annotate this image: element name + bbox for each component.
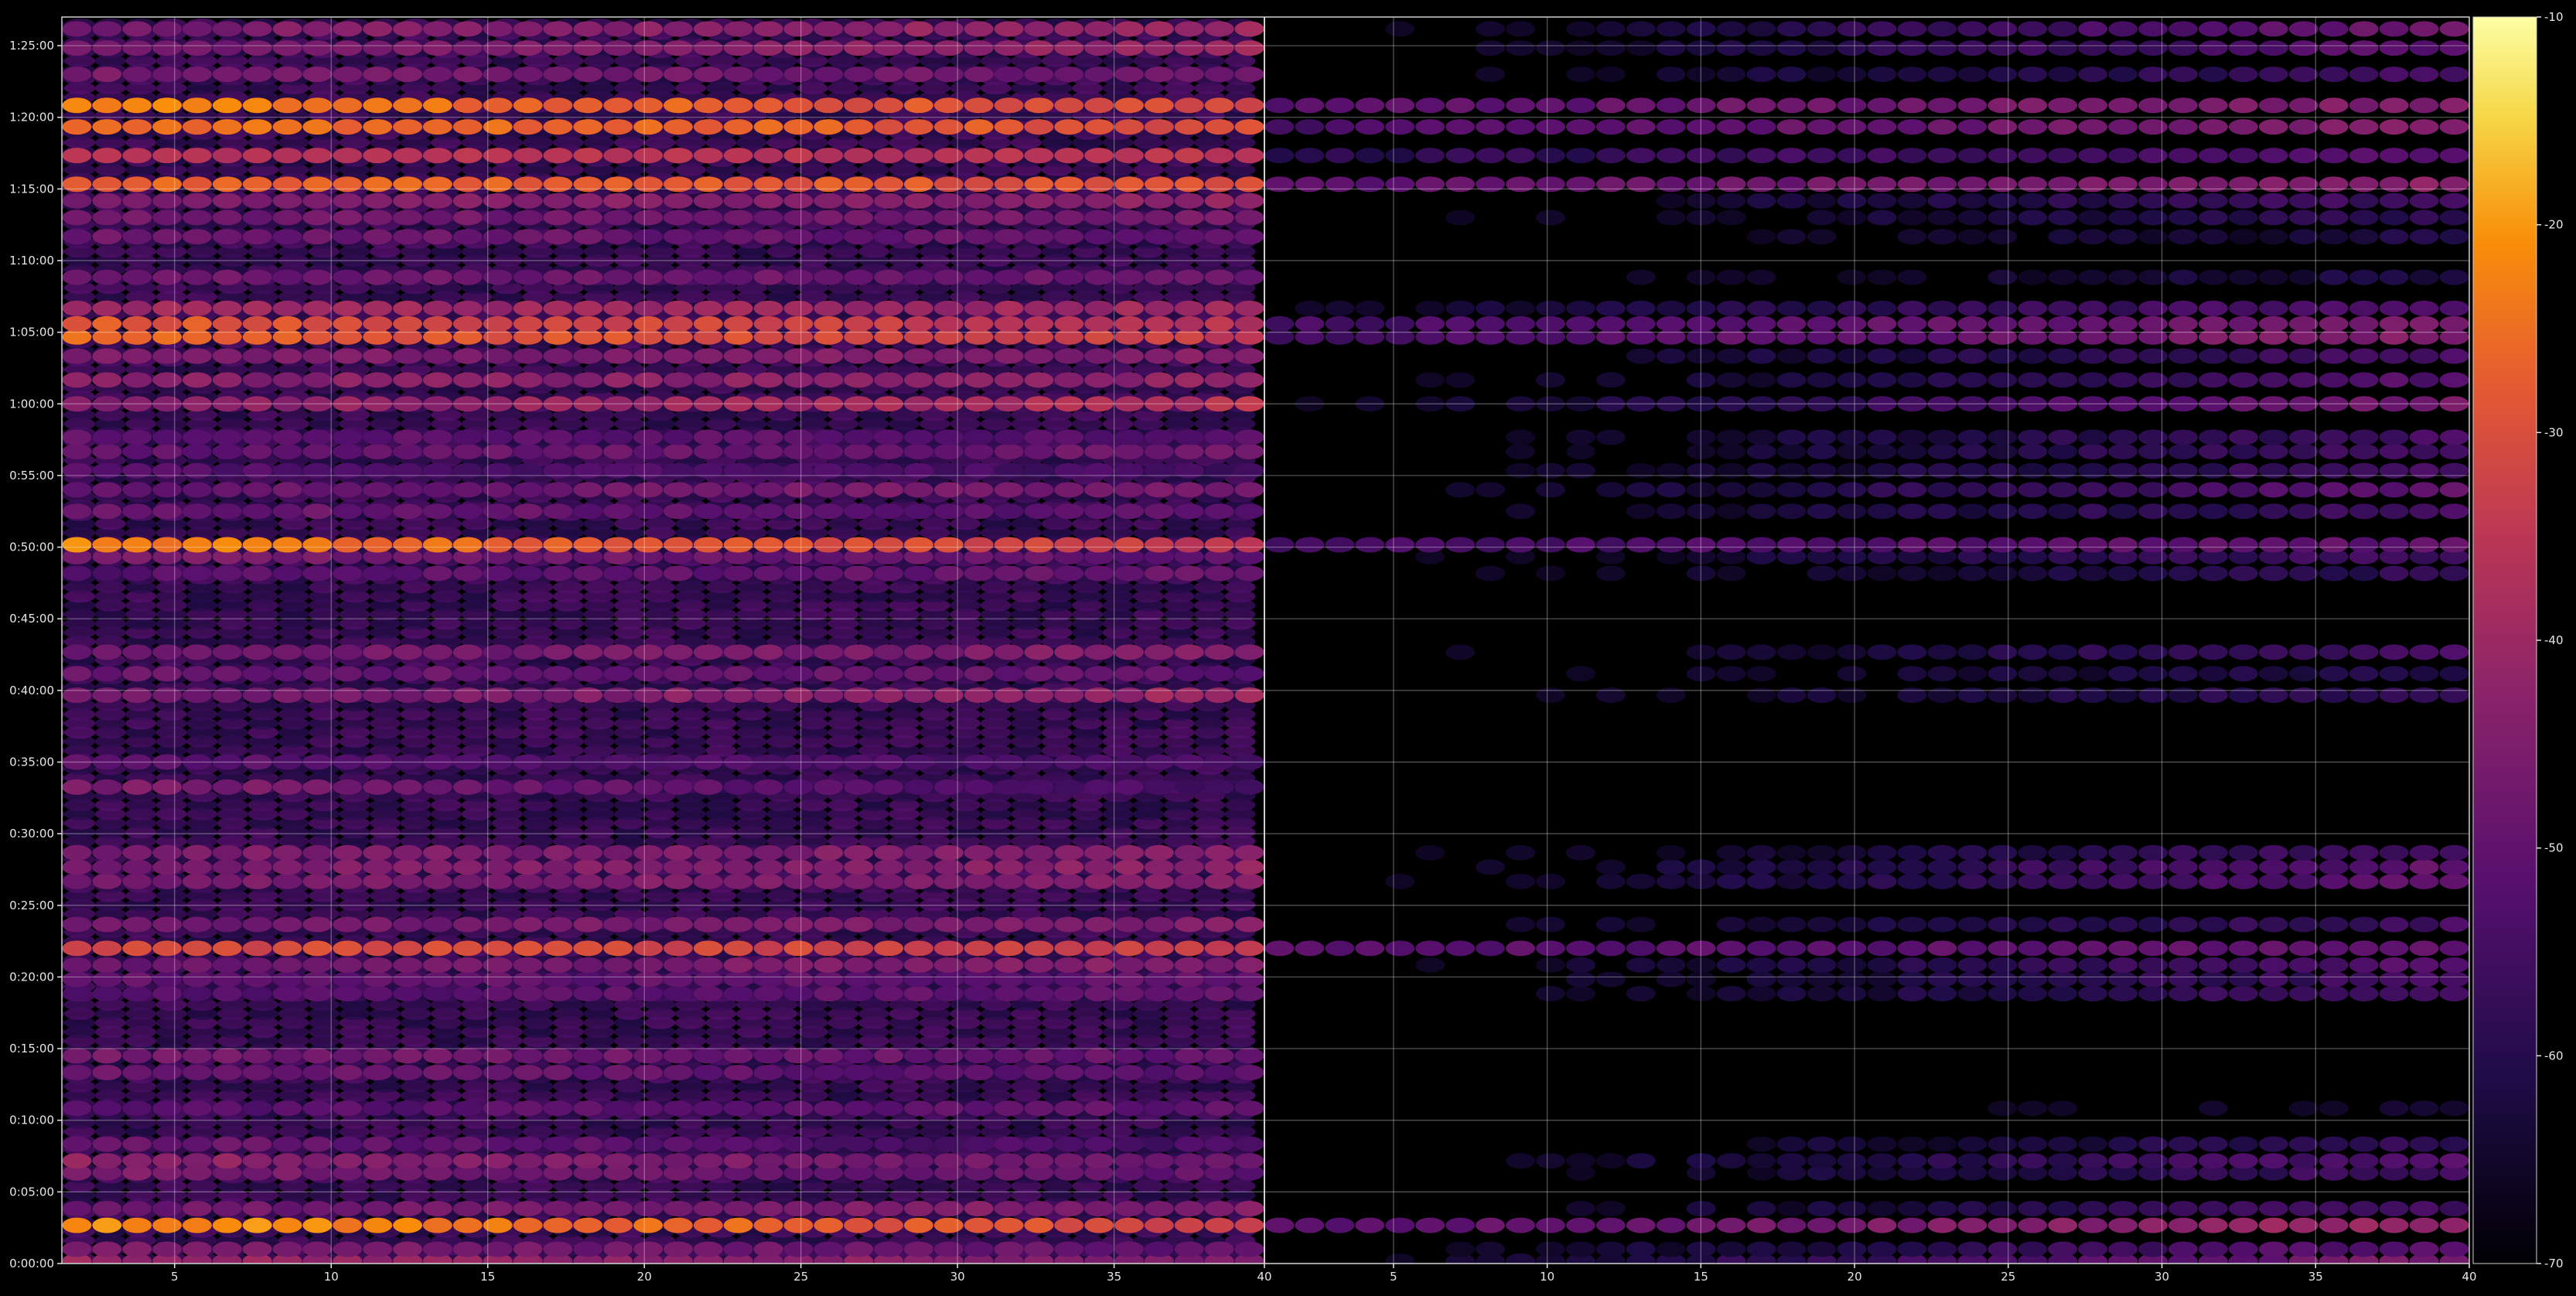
spectrogram-cell bbox=[62, 1200, 65, 1209]
spectrogram-cell bbox=[62, 874, 65, 882]
spectrogram-cell bbox=[62, 502, 65, 510]
spectrogram-cell bbox=[62, 629, 65, 636]
spectrogram-cell bbox=[62, 719, 65, 728]
spectrogram-cell bbox=[62, 438, 65, 446]
spectrogram-cell bbox=[62, 293, 65, 301]
spectrogram-cell bbox=[62, 1091, 65, 1100]
spectrogram-cell bbox=[62, 674, 65, 682]
spectrogram-cell bbox=[62, 937, 65, 945]
spectrogram-cell bbox=[62, 638, 65, 646]
spectrogram-cell bbox=[62, 991, 65, 1000]
spectrogram-cell bbox=[62, 1064, 65, 1073]
spectrogram-cell bbox=[62, 138, 65, 147]
spectrogram-cell bbox=[62, 592, 65, 600]
spectrogram-cell bbox=[62, 1246, 65, 1253]
spectrogram-cell bbox=[62, 1209, 65, 1217]
spectrogram-cell bbox=[62, 157, 65, 165]
spectrogram-cell bbox=[62, 220, 65, 228]
spectrogram-cell bbox=[62, 728, 65, 736]
spectrogram-cell bbox=[62, 575, 65, 582]
spectrogram-cell bbox=[62, 865, 65, 872]
spectrogram-cell bbox=[62, 602, 65, 609]
spectrogram-cell bbox=[62, 565, 65, 573]
spectrogram-cell bbox=[62, 1127, 65, 1136]
spectrogram-cell bbox=[62, 1010, 65, 1018]
spectrogram-cell bbox=[62, 656, 65, 663]
spectrogram-cell bbox=[62, 1236, 65, 1245]
spectrogram-cell bbox=[62, 493, 65, 500]
spectrogram-cell bbox=[62, 483, 65, 492]
spectrogram-cell bbox=[62, 284, 65, 292]
spectrogram-cell bbox=[62, 1137, 65, 1144]
spectrogram-cell bbox=[62, 556, 65, 564]
spectrogram-cell bbox=[62, 792, 65, 800]
spectrogram-cell bbox=[62, 919, 65, 927]
spectrogram-cell bbox=[62, 783, 65, 791]
spectrogram-cell bbox=[62, 420, 65, 428]
spectrogram-cell bbox=[62, 456, 65, 464]
spectrogram-cell bbox=[62, 165, 65, 174]
spectrogram-cell bbox=[62, 1227, 65, 1236]
spectrogram-chart: 0:00:000:05:000:10:000:15:000:20:000:25:… bbox=[9, 10, 2563, 1284]
spectrogram-cell bbox=[62, 211, 65, 219]
spectrogram-cell bbox=[62, 946, 65, 954]
spectrogram-cell bbox=[62, 928, 65, 936]
spectrogram-cell bbox=[62, 1019, 65, 1027]
spectrogram-cell bbox=[62, 148, 65, 155]
spectrogram-cell bbox=[62, 738, 65, 745]
spectrogram-cell bbox=[62, 1028, 65, 1036]
spectrogram-cell bbox=[62, 429, 65, 437]
spectrogram-cell bbox=[62, 230, 65, 237]
spectrogram-cell bbox=[62, 356, 65, 364]
spectrogram-cell bbox=[62, 1219, 65, 1226]
spectrogram-cell bbox=[62, 1164, 65, 1172]
spectrogram-cell bbox=[62, 510, 65, 519]
spectrogram-cell bbox=[62, 1001, 65, 1008]
spectrogram-cell bbox=[62, 1173, 65, 1181]
spectrogram-cell bbox=[62, 366, 65, 373]
spectrogram-cell bbox=[62, 801, 65, 809]
spectrogram-cell bbox=[62, 847, 65, 854]
spectrogram-cell bbox=[62, 1146, 65, 1154]
spectrogram-cell bbox=[62, 883, 65, 891]
spectrogram-cell bbox=[62, 302, 65, 310]
spectrogram-cell bbox=[62, 520, 65, 527]
spectrogram-cell bbox=[62, 774, 65, 782]
spectrogram-cell bbox=[62, 1155, 65, 1163]
spectrogram-cell bbox=[62, 347, 65, 355]
spectrogram-cell bbox=[62, 384, 65, 391]
spectrogram-cell bbox=[62, 130, 65, 138]
spectrogram-cell bbox=[62, 1100, 65, 1108]
spectrogram-cell bbox=[62, 238, 65, 247]
spectrogram-cell bbox=[62, 311, 65, 319]
spectrogram-cell bbox=[62, 1083, 65, 1090]
spectrogram-cell bbox=[62, 202, 65, 210]
spectrogram-cell bbox=[62, 646, 65, 655]
spectrogram-cell bbox=[62, 810, 65, 818]
spectrogram-cell bbox=[62, 374, 65, 383]
spectrogram-cell bbox=[62, 583, 65, 592]
spectrogram-cell bbox=[62, 855, 65, 864]
spectrogram-cell bbox=[62, 955, 65, 963]
spectrogram-cell bbox=[62, 447, 65, 455]
spectrogram-cell bbox=[62, 275, 65, 283]
spectrogram-cell bbox=[62, 711, 65, 718]
spectrogram-cell bbox=[62, 701, 65, 709]
spectrogram-cell bbox=[62, 529, 65, 537]
spectrogram-cell bbox=[62, 665, 65, 673]
spectrogram-figure: 0:00:00 0:05:00 0:10:00 0:15:00 0:20:00 0:25:… bbox=[0, 0, 2576, 1293]
spectrogram-cell bbox=[62, 1073, 65, 1081]
